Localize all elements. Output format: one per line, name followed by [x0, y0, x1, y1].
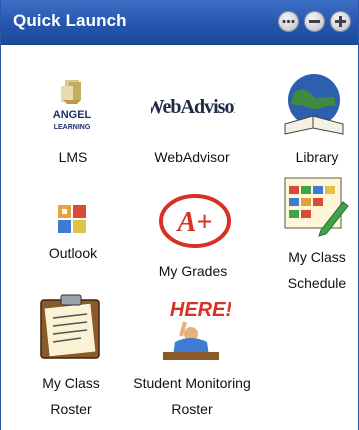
svg-text:LEARNING: LEARNING — [54, 124, 91, 131]
portlet-header: Quick Launch — [1, 0, 358, 45]
here-sign-student-icon[interactable]: HERE! — [151, 294, 232, 362]
launch-item-my-grades[interactable]: My Grades — [141, 258, 245, 284]
launch-label: My Grades — [158, 263, 228, 279]
launch-label: My Class — [42, 375, 100, 391]
launch-label: WebAdvisor — [154, 149, 230, 165]
add-icon[interactable] — [330, 11, 351, 32]
launch-label: LMS — [58, 149, 88, 165]
webadvisor-logo[interactable]: WebAdvisor — [145, 92, 244, 120]
globe-book-icon[interactable] — [279, 72, 349, 140]
launch-item-my-class-roster[interactable]: My Class Roster — [29, 370, 113, 422]
portlet-title: Quick Launch — [13, 11, 127, 30]
launch-label: Schedule — [287, 275, 347, 291]
launch-item-webadvisor[interactable]: WebAdvisor — [137, 144, 247, 170]
minimize-icon[interactable] — [304, 11, 325, 32]
launch-label: Library — [295, 149, 339, 165]
launch-label: My Class — [288, 249, 346, 265]
a-plus-grade-icon[interactable]: A+ — [156, 190, 234, 252]
svg-text:WebAdvisor: WebAdvisor — [151, 96, 235, 118]
svg-text:ANGEL: ANGEL — [53, 109, 92, 121]
launch-label: Roster — [50, 401, 92, 417]
angel-learning-logo[interactable]: ANGEL LEARNING — [49, 78, 95, 138]
launch-item-library[interactable]: Library — [281, 144, 353, 170]
launch-label: Outlook — [48, 245, 98, 261]
quick-launch-portlet: Quick Launch ANGEL LEARNING LMS WebAdvis… — [0, 0, 359, 430]
calendar-pencil-icon[interactable] — [281, 172, 351, 238]
launch-item-outlook[interactable]: Outlook — [33, 240, 113, 266]
more-icon[interactable] — [278, 11, 299, 32]
svg-text:HERE!: HERE! — [170, 299, 231, 321]
clipboard-icon[interactable] — [35, 292, 107, 362]
svg-text:A+: A+ — [176, 207, 213, 238]
launch-label: Student Monitoring — [133, 375, 251, 391]
launch-item-my-class-schedule[interactable]: My Class Schedule — [275, 244, 359, 296]
launch-label: Roster — [171, 401, 213, 417]
launch-item-lms[interactable]: LMS — [33, 144, 113, 170]
launch-item-student-monitoring-roster[interactable]: Student Monitoring Roster — [119, 370, 265, 422]
outlook-icon[interactable] — [56, 203, 88, 237]
